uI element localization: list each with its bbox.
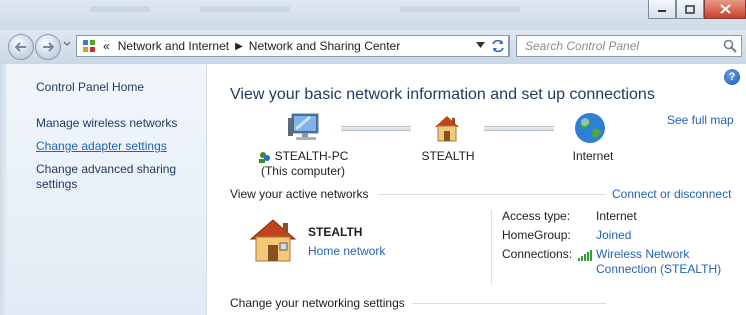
maximize-button[interactable]: [676, 0, 704, 19]
control-panel-icon: [81, 38, 97, 54]
blurred-title: [90, 6, 150, 12]
breadcrumb-network-and-internet[interactable]: Network and Internet: [118, 39, 229, 53]
main-content: ? View your basic network information an…: [208, 64, 746, 315]
search-placeholder: Search Control Panel: [525, 39, 640, 53]
search-input[interactable]: Search Control Panel: [516, 35, 742, 57]
wireless-connection-line1: Wireless Network: [596, 247, 690, 261]
blurred-title: [400, 6, 520, 12]
sidebar-item-manage-wireless[interactable]: Manage wireless networks: [36, 116, 177, 131]
refresh-icon: [491, 40, 504, 52]
window-frame-left: [0, 64, 7, 315]
recent-pages-chevron-down-icon[interactable]: [63, 41, 71, 47]
blurred-title: [200, 6, 290, 12]
address-dropdown-chevron-down-icon[interactable]: [476, 42, 485, 48]
back-button[interactable]: [8, 34, 34, 60]
internet-globe-icon[interactable]: [573, 111, 607, 145]
computer-subtitle: (This computer): [260, 164, 346, 178]
page-title: View your basic network information and …: [230, 86, 655, 103]
connections-label: Connections:: [502, 247, 573, 261]
divider: [412, 303, 606, 304]
sidebar-item-change-adapter[interactable]: Change adapter settings: [36, 139, 167, 154]
minimize-button[interactable]: [648, 0, 676, 19]
window-controls: [648, 0, 746, 19]
active-network-name: STEALTH: [308, 225, 363, 239]
wireless-connection-link[interactable]: Wireless Network Connection (STEALTH): [596, 247, 721, 277]
active-networks-heading: View your active networks: [230, 187, 369, 201]
workgroup-users-icon: [258, 151, 270, 163]
wireless-connection-line2: Connection (STEALTH): [596, 262, 722, 276]
title-bar: [0, 0, 746, 30]
breadcrumb-overflow[interactable]: «: [103, 39, 110, 53]
close-button[interactable]: [704, 0, 746, 19]
connection-line: [341, 126, 411, 131]
divider: [378, 194, 606, 195]
change-settings-heading: Change your networking settings: [230, 296, 405, 310]
computer-icon[interactable]: [288, 112, 324, 144]
breadcrumb-network-and-sharing-center[interactable]: Network and Sharing Center: [249, 39, 400, 53]
search-icon[interactable]: [723, 39, 737, 53]
home-network-large-icon: [248, 217, 298, 263]
breadcrumb-separator-icon[interactable]: ▶: [235, 41, 243, 52]
help-icon[interactable]: ?: [724, 69, 740, 85]
access-type-label: Access type:: [502, 209, 571, 223]
network-type-link[interactable]: Home network: [308, 244, 385, 258]
wireless-signal-icon: [578, 250, 592, 261]
network-node-label: STEALTH: [421, 149, 475, 163]
breadcrumb[interactable]: « Network and Internet ▶ Network and Sha…: [76, 35, 510, 57]
home-network-icon[interactable]: [431, 112, 463, 144]
refresh-button[interactable]: [487, 35, 509, 57]
arrow-right-icon: [43, 42, 54, 52]
address-bar: « Network and Internet ▶ Network and Sha…: [0, 30, 746, 64]
internet-node-label: Internet: [572, 149, 614, 163]
divider-vertical: [491, 210, 492, 284]
maximize-icon: [685, 4, 695, 14]
homegroup-link[interactable]: Joined: [596, 228, 631, 243]
computer-name: STEALTH-PC: [274, 149, 349, 163]
access-type-value: Internet: [596, 209, 637, 223]
sidebar-item-advanced-sharing[interactable]: Change advanced sharing settings: [36, 162, 186, 192]
close-icon: [719, 4, 731, 14]
homegroup-label: HomeGroup:: [502, 228, 571, 242]
connection-line: [484, 126, 554, 131]
connect-or-disconnect-link[interactable]: Connect or disconnect: [612, 187, 731, 201]
minimize-icon: [658, 10, 666, 12]
forward-button[interactable]: [35, 34, 61, 60]
computer-node-label: STEALTH-PC (This computer): [248, 149, 358, 179]
sidebar-control-panel-home[interactable]: Control Panel Home: [36, 80, 144, 94]
see-full-map-link[interactable]: See full map: [667, 113, 734, 127]
arrow-left-icon: [15, 42, 26, 52]
sidebar: Control Panel Home Manage wireless netwo…: [7, 64, 207, 315]
